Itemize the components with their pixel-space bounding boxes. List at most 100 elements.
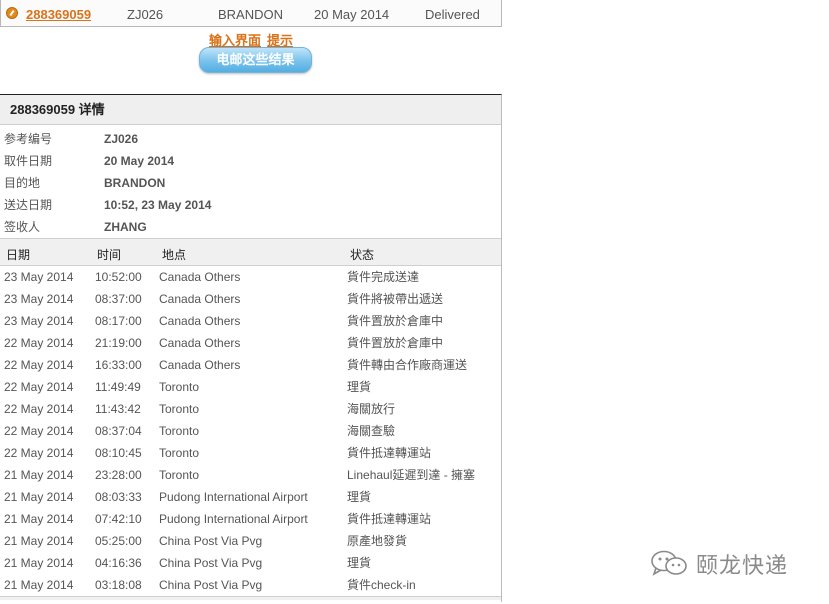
- row-date: 22 May 2014: [4, 336, 74, 350]
- row-status: 海關放行: [347, 402, 396, 416]
- row-date: 21 May 2014: [4, 468, 74, 482]
- row-location: China Post Via Pvg: [159, 578, 263, 592]
- tracking-table-body: 23 May 2014 10:52:00 Canada Others 貨件完成送達 23…: [0, 266, 501, 596]
- row-date: 22 May 2014: [4, 358, 74, 372]
- header-date: 日期: [6, 248, 31, 262]
- row-date: 21 May 2014: [4, 490, 74, 504]
- detail-field-label: 目的地: [4, 176, 41, 190]
- row-time: 08:37:00: [95, 292, 142, 306]
- tracking-number-link[interactable]: 288369059: [26, 7, 91, 22]
- row-time: 11:43:42: [95, 402, 141, 416]
- row-status: 理貨: [347, 490, 372, 504]
- detail-field-value: BRANDON: [104, 176, 166, 190]
- row-location: China Post Via Pvg: [159, 534, 263, 548]
- row-status: 貨件將被帶出遞送: [347, 292, 444, 306]
- row-date: 21 May 2014: [4, 556, 74, 570]
- row-status: Linehaul延遲到達 - 擁塞: [347, 468, 476, 482]
- detail-field-row: 签收人 ZHANG: [0, 216, 501, 238]
- row-time: 11:49:49: [95, 380, 141, 394]
- input-page-link[interactable]: 输入界面: [209, 33, 261, 48]
- row-date: 21 May 2014: [4, 578, 74, 592]
- tip-link[interactable]: 提示: [267, 33, 293, 48]
- row-location: Canada Others: [159, 314, 241, 328]
- row-location: Toronto: [159, 402, 200, 416]
- row-time: 08:17:00: [95, 314, 142, 328]
- row-status: 貨件完成送達: [347, 270, 420, 284]
- row-date: 22 May 2014: [4, 380, 74, 394]
- detail-field-row: 取件日期 20 May 2014: [0, 150, 501, 172]
- row-time: 21:19:00: [95, 336, 142, 350]
- row-location: Pudong International Airport: [159, 512, 308, 526]
- row-status: 貨件抵達轉運站: [347, 446, 432, 460]
- watermark-text: 颐龙快递: [696, 553, 789, 578]
- row-date: 23 May 2014: [4, 270, 74, 284]
- row-time: 03:18:08: [95, 578, 142, 592]
- row-date: 23 May 2014: [4, 292, 74, 306]
- row-location: Toronto: [159, 424, 200, 438]
- row-time: 08:10:45: [95, 446, 142, 460]
- summary-status: Delivered: [425, 7, 480, 22]
- row-location: Canada Others: [159, 336, 241, 350]
- table-row: 23 May 2014 08:37:00 Canada Others 貨件將被帶出遞送: [0, 288, 501, 310]
- row-status: 貨件置放於倉庫中: [347, 336, 444, 350]
- row-status: 貨件轉由合作廠商運送: [347, 358, 468, 372]
- header-time: 时间: [97, 248, 122, 262]
- table-row: 22 May 2014 16:33:00 Canada Others 貨件轉由合作廠商…: [0, 354, 501, 376]
- row-location: Pudong International Airport: [159, 490, 308, 504]
- email-results-button[interactable]: 电邮这些结果: [199, 47, 312, 73]
- row-location: China Post Via Pvg: [159, 556, 263, 570]
- detail-field-value: 20 May 2014: [104, 154, 175, 168]
- row-location: Toronto: [159, 446, 200, 460]
- header-location: 地点: [162, 248, 187, 262]
- row-location: Canada Others: [159, 270, 241, 284]
- table-row: 21 May 2014 04:16:36 China Post Via Pvg 理貨: [0, 552, 501, 574]
- row-status: 理貨: [347, 556, 372, 570]
- tracking-table-header: 日期 时间 地点 状态: [0, 238, 501, 266]
- table-row: 21 May 2014 05:25:00 China Post Via Pvg 原產地…: [0, 530, 501, 552]
- summary-date: 20 May 2014: [314, 7, 390, 22]
- detail-field-row: 目的地 BRANDON: [0, 172, 501, 194]
- row-location: Toronto: [159, 468, 200, 482]
- row-date: 22 May 2014: [4, 446, 74, 460]
- table-row: 23 May 2014 08:17:00 Canada Others 貨件置放於倉庫中: [0, 310, 501, 332]
- row-status: 貨件check-in: [347, 578, 416, 592]
- table-row: 22 May 2014 11:43:42 Toronto 海關放行: [0, 398, 501, 420]
- row-location: Toronto: [159, 380, 200, 394]
- detail-field-label: 签收人: [4, 220, 41, 234]
- detail-field-value: ZHANG: [104, 220, 147, 234]
- row-time: 16:33:00: [95, 358, 142, 372]
- detail-fields: 参考编号 ZJ026 取件日期 20 May 2014 目的地 BRANDON 送达日期 10…: [0, 128, 501, 238]
- summary-destination: BRANDON: [218, 7, 284, 22]
- row-time: 10:52:00: [95, 270, 142, 284]
- shipment-summary-row: 288369059 ZJ026 BRANDON 20 May 2014 Deli…: [0, 0, 502, 27]
- row-date: 22 May 2014: [4, 402, 74, 416]
- row-time: 04:16:36: [95, 556, 142, 570]
- table-bottom-border: [0, 596, 501, 600]
- detail-field-label: 取件日期: [4, 154, 53, 168]
- summary-reference: ZJ026: [127, 7, 164, 22]
- detail-field-row: 送达日期 10:52, 23 May 2014: [0, 194, 501, 216]
- table-row: 21 May 2014 07:42:10 Pudong International …: [0, 508, 501, 530]
- expand-icon[interactable]: [6, 7, 18, 19]
- table-row: 22 May 2014 08:37:04 Toronto 海關查驗: [0, 420, 501, 442]
- row-time: 07:42:10: [95, 512, 142, 526]
- detail-field-label: 送达日期: [4, 198, 53, 212]
- row-location: Canada Others: [159, 358, 241, 372]
- row-status: 貨件抵達轉運站: [347, 512, 432, 526]
- row-date: 22 May 2014: [4, 424, 74, 438]
- detail-field-value: ZJ026: [104, 132, 139, 146]
- row-time: 08:37:04: [95, 424, 142, 438]
- row-location: Canada Others: [159, 292, 241, 306]
- row-date: 23 May 2014: [4, 314, 74, 328]
- header-status: 状态: [350, 248, 375, 262]
- row-date: 21 May 2014: [4, 512, 74, 526]
- row-time: 08:03:33: [95, 490, 142, 504]
- table-row: 22 May 2014 11:49:49 Toronto 理貨: [0, 376, 501, 398]
- row-time: 05:25:00: [95, 534, 142, 548]
- detail-field-value: 10:52, 23 May 2014: [104, 198, 212, 212]
- row-status: 原產地發貨: [347, 534, 408, 548]
- row-status: 海關查驗: [347, 424, 396, 438]
- detail-panel: 288369059 详情 参考编号 ZJ026 取件日期 20 May 2014 目的地…: [0, 94, 502, 602]
- table-row: 23 May 2014 10:52:00 Canada Others 貨件完成送達: [0, 266, 501, 288]
- row-date: 21 May 2014: [4, 534, 74, 548]
